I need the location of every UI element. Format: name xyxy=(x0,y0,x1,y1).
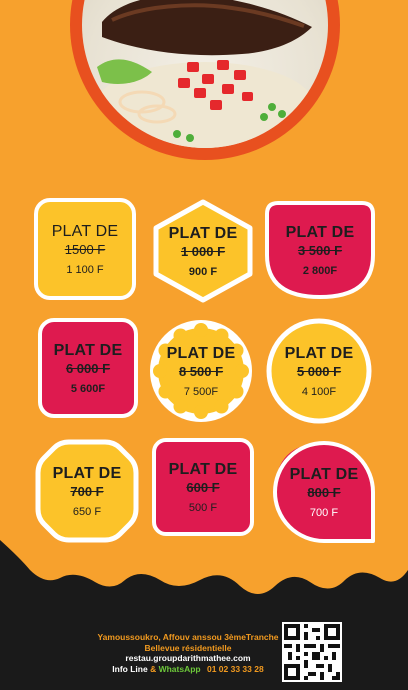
old-price: 1500 F xyxy=(64,241,106,257)
offer-title: PLAT DE xyxy=(168,224,238,242)
offer-badge: PLAT DE 3 500 F 2 800F xyxy=(264,200,376,300)
flyer: PLAT DE 1500 F 1 100 F PLAT DE 1 000 F 9… xyxy=(0,0,408,690)
offer-title: PLAT DE xyxy=(52,464,122,482)
old-price: 700 F xyxy=(70,483,104,499)
old-price: 8 500 F xyxy=(178,363,224,379)
new-price: 700 F xyxy=(309,506,339,519)
old-price: 800 F xyxy=(307,484,341,500)
offer-badge: PLAT DE 1 000 F 900 F xyxy=(150,198,256,304)
qr-code-icon[interactable] xyxy=(282,622,342,682)
ampersand: & xyxy=(150,663,157,674)
info-line-label: Info Line xyxy=(112,663,148,674)
new-price: 900 F xyxy=(188,265,218,278)
new-price: 5 600F xyxy=(70,382,106,395)
offer-badge: PLAT DE 5 000 F 4 100F xyxy=(266,318,372,424)
new-price: 1 100 F xyxy=(66,263,104,276)
offer-badge: PLAT DE 700 F 650 F xyxy=(34,438,140,544)
offer-badge: PLAT DE 800 F 700 F xyxy=(272,440,376,544)
old-price: 5 000 F xyxy=(296,363,342,379)
offer-badge: PLAT DE 600 F 500 F xyxy=(152,438,254,536)
offer-title: PLAT DE xyxy=(166,344,236,362)
old-price: 600 F xyxy=(186,479,220,495)
offer-title: PLAT DE xyxy=(284,344,354,362)
phone-number[interactable]: 01 02 33 33 28 xyxy=(207,664,264,674)
offer-title: PLAT DE xyxy=(53,341,123,359)
new-price: 2 800F xyxy=(302,264,338,277)
contact-info: Yamoussoukro, Affouv anssou 3èmeTranche … xyxy=(88,632,288,674)
offer-badge: PLAT DE 8 500 F 7 500F xyxy=(148,318,254,424)
offer-title: PLAT DE xyxy=(285,223,355,241)
food-photo xyxy=(82,0,328,148)
website-link[interactable]: restau.groupdarithmathee.com xyxy=(88,653,288,664)
offer-badge: PLAT DE 6 000 F 5 600F xyxy=(38,318,138,418)
old-price: 1 000 F xyxy=(180,243,226,259)
offer-badge: PLAT DE 1500 F 1 100 F xyxy=(34,198,136,300)
old-price: 3 500 F xyxy=(297,242,343,258)
whatsapp-label: WhatsApp xyxy=(158,663,201,674)
new-price: 7 500F xyxy=(183,385,219,398)
contact-line: Info Line & WhatsApp 01 02 33 33 28 xyxy=(88,664,288,675)
offer-title: PLAT DE xyxy=(51,222,119,240)
new-price: 500 F xyxy=(188,501,218,514)
address-line-2: Bellevue résidentielle xyxy=(144,642,232,653)
offer-title: PLAT DE xyxy=(168,460,238,478)
address-line-1: Yamoussoukro, Affouv anssou 3èmeTranche xyxy=(97,632,279,642)
new-price: 650 F xyxy=(72,505,102,518)
offer-title: PLAT DE xyxy=(289,465,359,483)
new-price: 4 100F xyxy=(301,385,337,398)
old-price: 6 000 F xyxy=(65,360,111,376)
